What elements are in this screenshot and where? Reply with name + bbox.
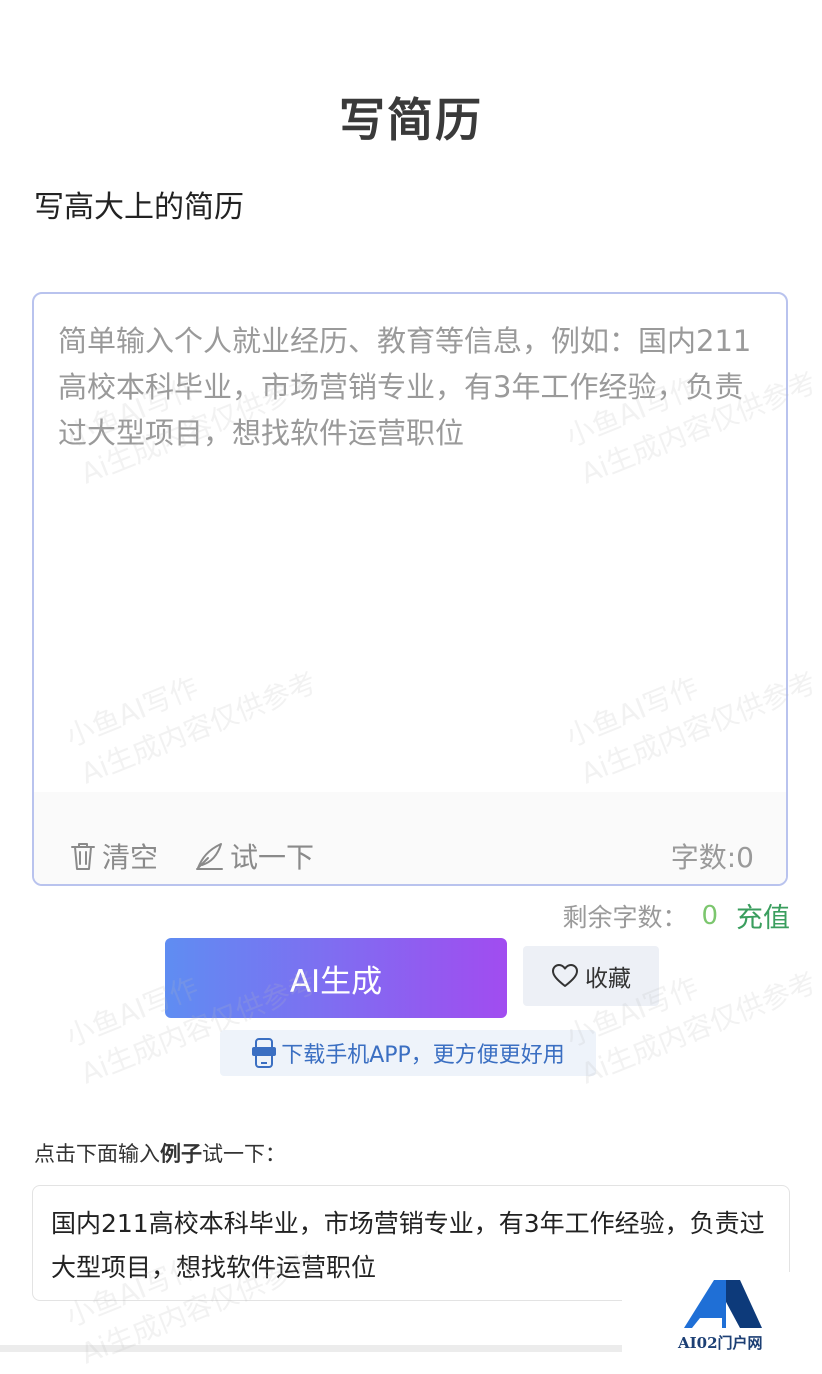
remaining-label: 剩余字数： xyxy=(562,902,688,932)
word-count: 字数:0 xyxy=(670,841,754,874)
remaining-count: 0 xyxy=(701,900,718,931)
resume-editor: 清空 试一下 字数:0 xyxy=(32,292,788,886)
favorite-button[interactable]: 收藏 xyxy=(523,946,659,1006)
try-button[interactable]: 试一下 xyxy=(194,836,314,876)
favorite-label: 收藏 xyxy=(585,966,631,992)
logo-mark-icon xyxy=(684,1280,762,1328)
try-label: 试一下 xyxy=(230,841,315,874)
app-download-banner[interactable]: 下载手机APP，更方便更好用 xyxy=(220,1030,596,1076)
site-logo: AI02门户网 xyxy=(622,1272,822,1352)
recharge-link[interactable]: 充值 xyxy=(736,896,790,935)
app-download-label: 下载手机APP，更方便更好用 xyxy=(281,1043,565,1068)
ai-generate-button[interactable]: AI生成 xyxy=(165,938,507,1018)
editor-footer: 清空 试一下 字数:0 xyxy=(34,792,786,884)
page-subtitle: 写高大上的简历 xyxy=(34,190,244,225)
remaining-quota: 剩余字数： 0 充值 xyxy=(562,896,790,935)
example-hint: 点击下面输入例子试一下： xyxy=(34,1142,286,1166)
trash-icon xyxy=(71,843,95,870)
logo-text: AI02门户网 xyxy=(678,1334,763,1352)
clear-button[interactable]: 清空 xyxy=(68,836,158,876)
page-title: 写简历 xyxy=(339,93,483,147)
clear-label: 清空 xyxy=(102,841,159,874)
pen-icon xyxy=(196,843,223,870)
heart-icon xyxy=(552,964,578,987)
phone-app-icon xyxy=(252,1038,277,1068)
resume-input[interactable] xyxy=(34,294,786,794)
